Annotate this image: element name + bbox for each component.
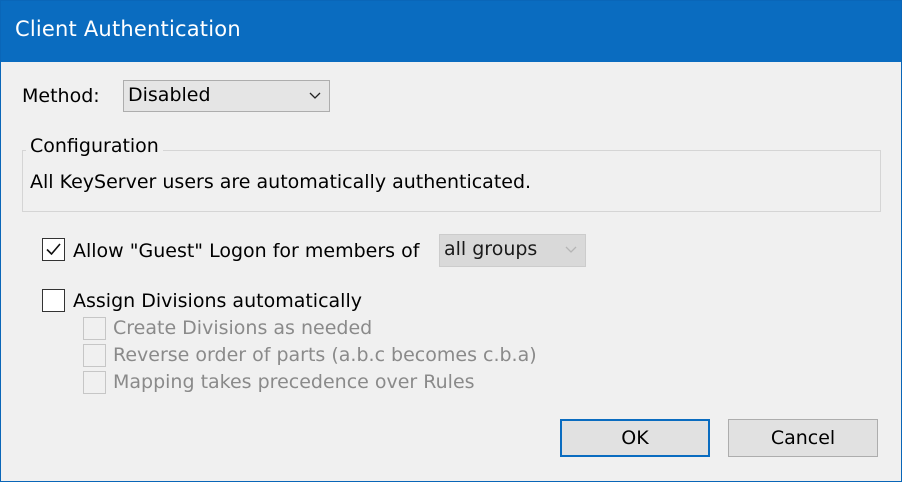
title-bar[interactable]: Client Authentication [1, 1, 901, 62]
reverse-order-checkbox [83, 344, 106, 367]
guest-group-selected-value: all groups [444, 238, 538, 260]
client-authentication-dialog: Client Authentication Method: Disabled C… [0, 0, 902, 482]
assign-divisions-label[interactable]: Assign Divisions automatically [73, 290, 362, 312]
configuration-legend: Configuration [26, 135, 163, 157]
create-divisions-checkbox [83, 317, 106, 340]
chevron-down-icon [309, 92, 321, 99]
guest-group-dropdown: all groups [439, 234, 586, 267]
method-label: Method: [22, 85, 100, 107]
reverse-order-label: Reverse order of parts (a.b.c becomes c.… [113, 344, 537, 366]
create-divisions-label: Create Divisions as needed [113, 317, 373, 339]
cancel-button[interactable]: Cancel [728, 419, 878, 457]
assign-divisions-checkbox[interactable] [42, 289, 65, 312]
method-dropdown[interactable]: Disabled [123, 80, 330, 112]
configuration-text: All KeyServer users are automatically au… [30, 171, 532, 193]
guest-logon-checkbox[interactable] [42, 238, 65, 261]
ok-button[interactable]: OK [560, 419, 710, 457]
window-title: Client Authentication [15, 17, 241, 41]
mapping-precedence-checkbox [83, 371, 106, 394]
chevron-down-icon [565, 246, 577, 253]
checkmark-icon [46, 243, 61, 256]
method-selected-value: Disabled [128, 84, 211, 106]
guest-logon-label[interactable]: Allow "Guest" Logon for members of [73, 240, 419, 262]
mapping-precedence-label: Mapping takes precedence over Rules [113, 371, 475, 393]
